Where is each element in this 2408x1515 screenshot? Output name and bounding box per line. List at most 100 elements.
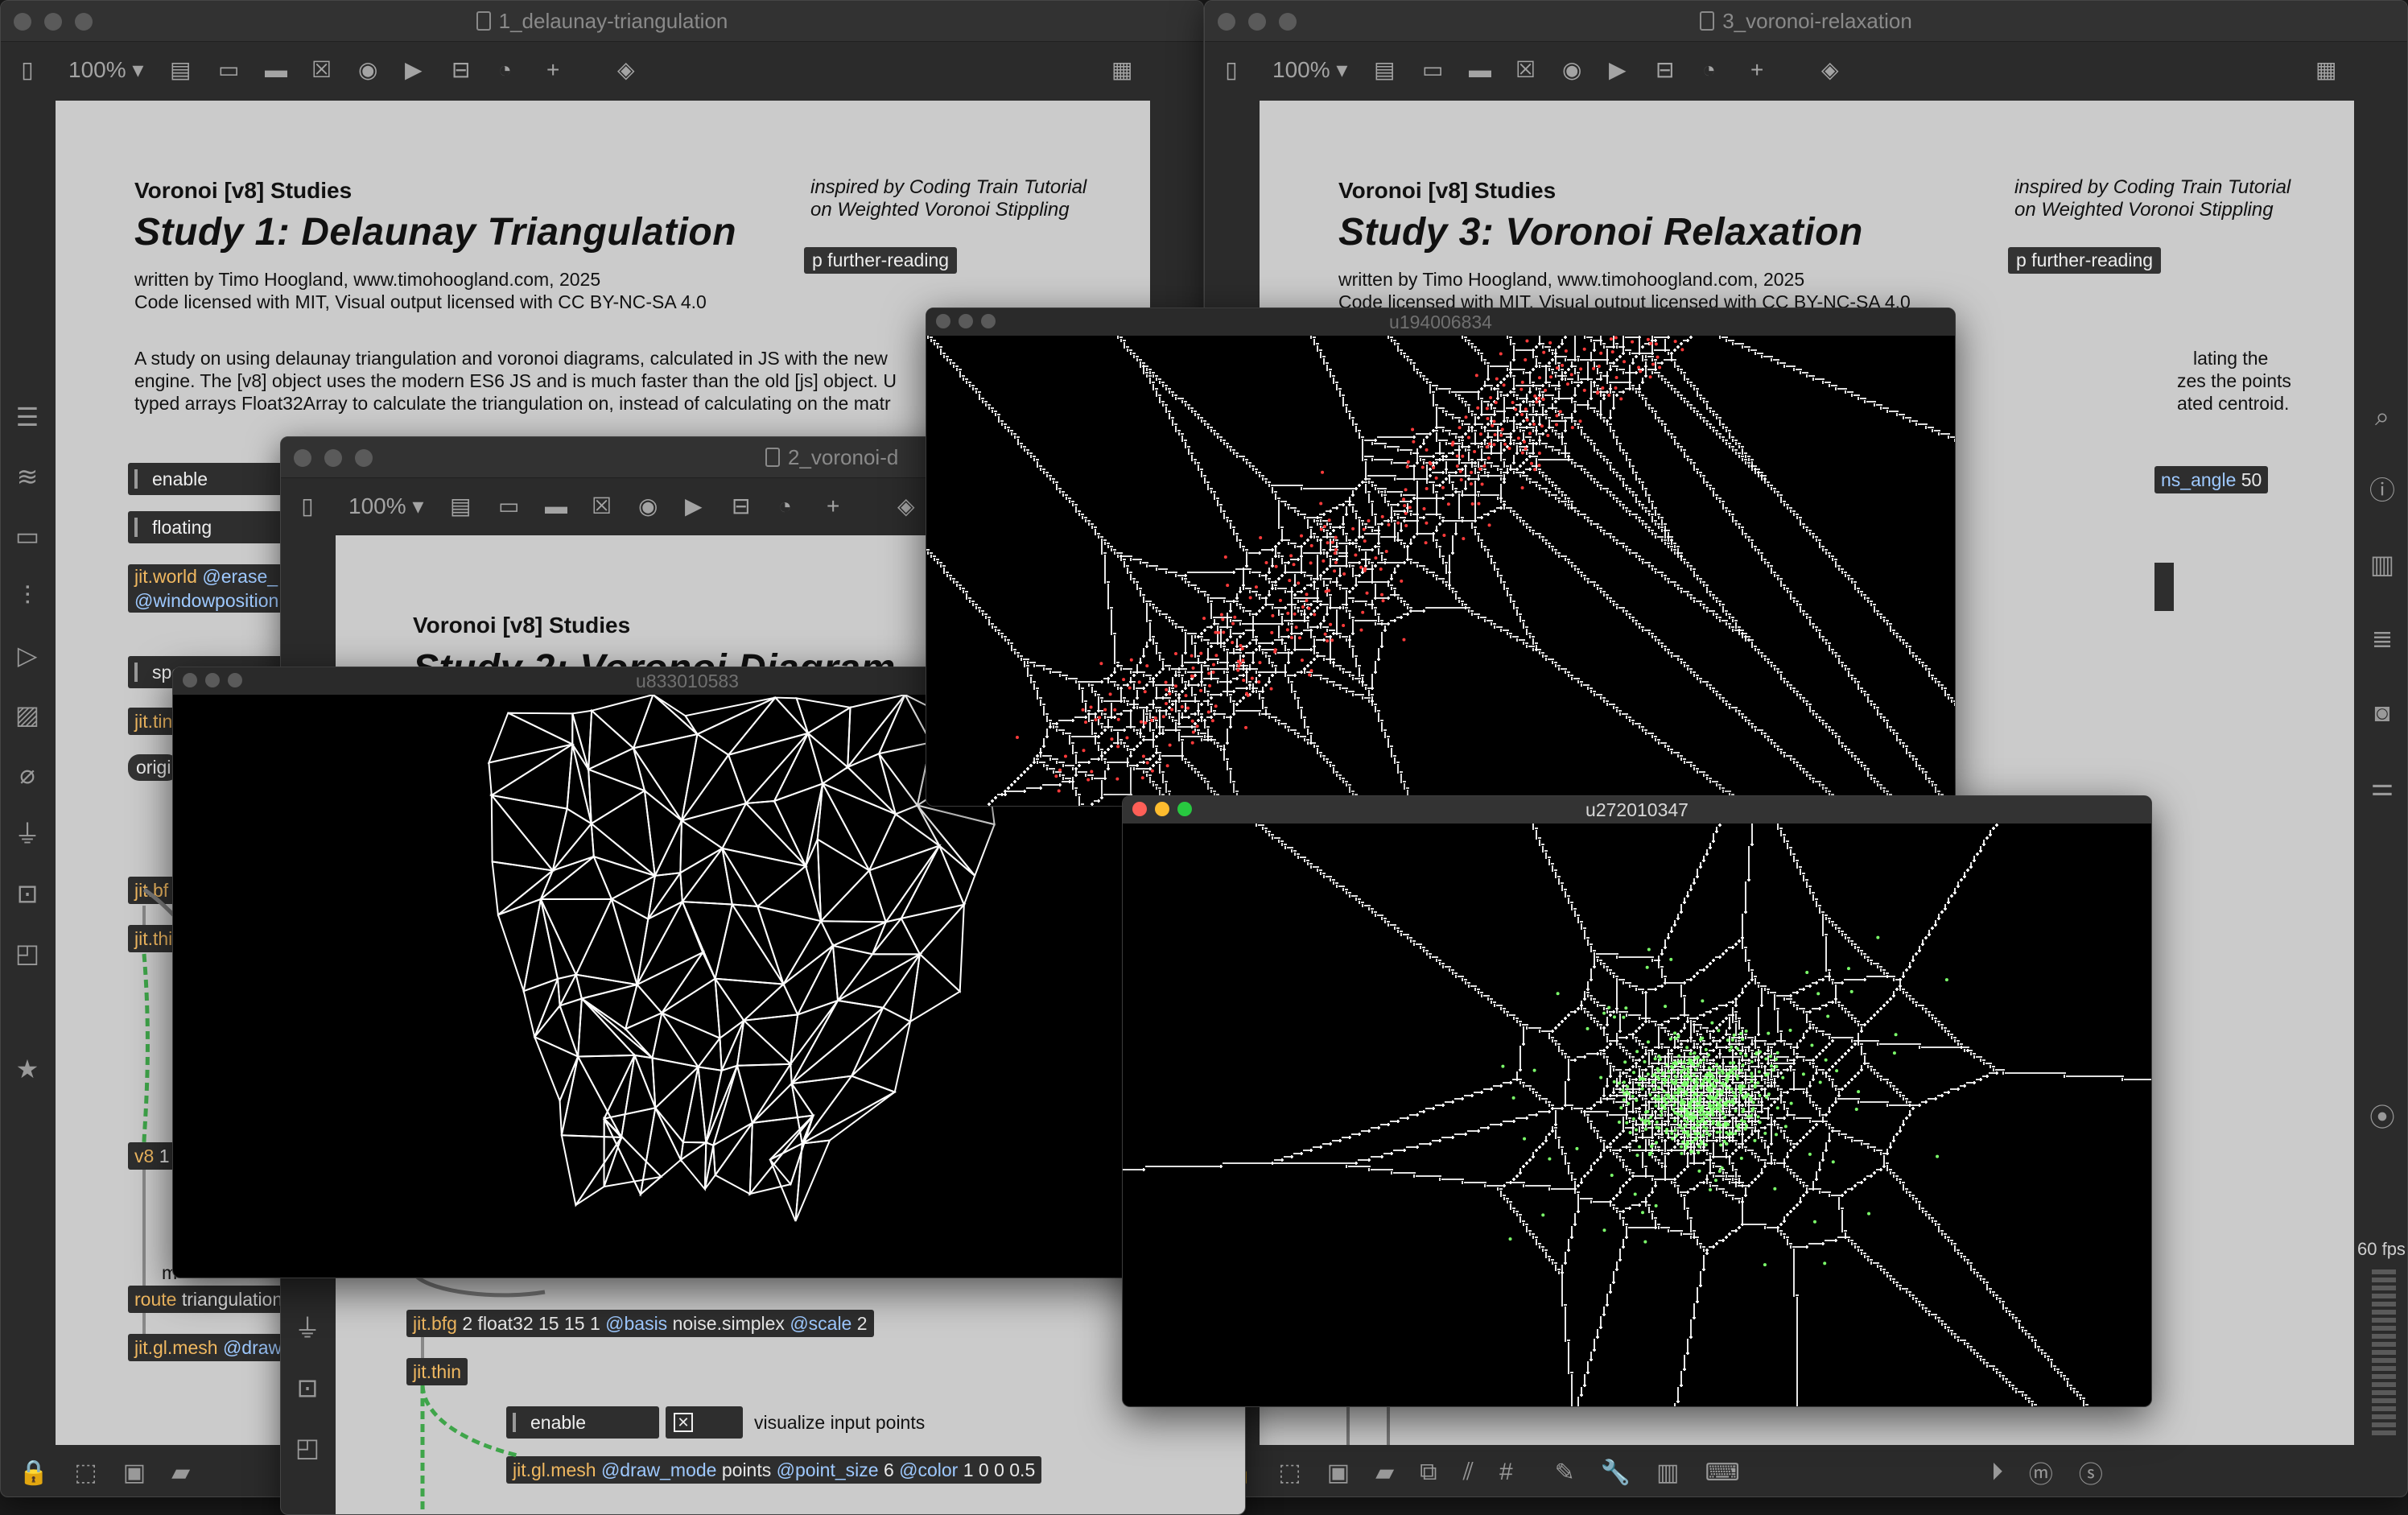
keyboard-icon[interactable]: ⌨ — [1705, 1459, 1740, 1487]
comment-icon[interactable]: ▬ — [1469, 42, 1491, 98]
align-icon[interactable]: ⫽ — [1463, 1459, 1474, 1486]
presentation-icon[interactable]: ⬚ — [74, 1459, 97, 1487]
mixer-icon[interactable]: ⚌ — [2356, 749, 2407, 824]
image-icon[interactable]: ▨ — [1, 685, 54, 745]
comment-bubble-icon[interactable]: ▰ — [1375, 1459, 1394, 1487]
zoom-button[interactable] — [75, 13, 93, 31]
clip-icon[interactable]: ⌀ — [1, 745, 54, 804]
close-button[interactable] — [1132, 802, 1147, 816]
button-icon[interactable]: ◉ — [638, 478, 658, 535]
zoom-button[interactable] — [1177, 802, 1192, 816]
zoom-dropdown[interactable]: 100% ▾ — [348, 478, 423, 535]
dial-icon[interactable]: ◔ — [778, 478, 792, 535]
close-button[interactable] — [1218, 13, 1235, 31]
comment-icon[interactable]: ▬ — [265, 42, 287, 98]
zoom-button[interactable] — [981, 314, 996, 328]
plug-icon[interactable]: ⏚ — [281, 1298, 334, 1358]
close-button[interactable] — [936, 314, 950, 328]
minimize-button[interactable] — [1248, 13, 1266, 31]
close-button[interactable] — [294, 449, 311, 467]
message-icon[interactable]: ▭ — [498, 478, 519, 535]
zoom-button[interactable] — [228, 673, 242, 687]
minimize-button[interactable] — [959, 314, 973, 328]
relaxation-view[interactable] — [1123, 824, 2152, 1407]
piano-icon[interactable]: ▥ — [1656, 1459, 1679, 1487]
play-icon[interactable]: ⏵ — [1991, 1459, 2003, 1486]
slider-icon[interactable]: ⊟ — [452, 42, 470, 98]
object-icon[interactable]: ▤ — [170, 42, 191, 98]
grid-icon[interactable]: ▦ — [1111, 42, 1132, 98]
toggle-icon[interactable]: ☒ — [311, 42, 332, 98]
minimize-button[interactable] — [1155, 802, 1169, 816]
minimize-button[interactable] — [44, 13, 62, 31]
add-icon[interactable]: + — [1750, 42, 1763, 98]
audio-icon[interactable]: ⫶ — [1, 566, 54, 625]
info-icon[interactable]: ⓘ — [2356, 453, 2407, 527]
window-titlebar[interactable]: 3_voronoi-relaxation — [1205, 1, 2407, 42]
layers-icon[interactable]: ⧉ — [1420, 1459, 1437, 1486]
lock-icon[interactable]: 🔒 — [19, 1459, 48, 1487]
video-icon[interactable]: ▷ — [1, 625, 54, 685]
paint-bucket-icon[interactable]: ◈ — [897, 478, 915, 535]
debug-icon[interactable]: ✎ — [1555, 1459, 1575, 1487]
search-icon[interactable]: ⌕ — [2356, 379, 2407, 453]
console-icon[interactable]: ≣ — [2356, 601, 2407, 675]
paint-bucket-icon[interactable]: ◈ — [1821, 42, 1839, 98]
paint-bucket-icon[interactable]: ◈ — [617, 42, 635, 98]
add-icon[interactable]: + — [827, 478, 839, 535]
voronoi-view[interactable] — [926, 336, 1956, 807]
minimize-button[interactable] — [205, 673, 220, 687]
s-icon[interactable]: ⓢ — [2079, 1455, 2103, 1490]
player-icon[interactable]: ▶ — [1609, 42, 1627, 98]
player-icon[interactable]: ▶ — [685, 478, 703, 535]
button-icon[interactable]: ◉ — [1562, 42, 1581, 98]
zoom-dropdown[interactable]: 100% ▾ — [1272, 42, 1347, 98]
window-titlebar[interactable]: 1_delaunay-triangulation — [1, 1, 1203, 42]
grid-icon[interactable]: # — [1499, 1459, 1513, 1486]
object-icon[interactable]: ▤ — [450, 478, 471, 535]
media-icon[interactable]: ▭ — [1, 506, 54, 566]
menu-icon[interactable]: ☰ — [1, 387, 54, 447]
render-window-voronoi[interactable]: u194006834 — [926, 308, 1956, 807]
message-icon[interactable]: ▭ — [1422, 42, 1443, 98]
add-icon[interactable]: + — [546, 42, 559, 98]
toggle-icon[interactable]: ☒ — [592, 478, 612, 535]
window-icon[interactable]: ▣ — [1327, 1459, 1350, 1487]
render-window-relaxation[interactable]: u272010347 — [1122, 795, 2152, 1407]
render-window-titlebar[interactable]: u194006834 — [926, 308, 1955, 336]
wrench-icon[interactable]: 🔧 — [1601, 1459, 1631, 1487]
render-window-titlebar[interactable]: u272010347 — [1123, 796, 2151, 824]
package-icon[interactable]: ⊡ — [1, 864, 54, 923]
dial-icon[interactable]: ◔ — [1702, 42, 1716, 98]
zoom-button[interactable] — [355, 449, 373, 467]
star-icon[interactable]: ★ — [1, 1039, 54, 1099]
m-icon[interactable]: ⓜ — [2029, 1455, 2053, 1490]
close-button[interactable] — [14, 13, 31, 31]
comment-icon[interactable]: ▬ — [545, 478, 567, 535]
dsp-icon[interactable]: ⦿ — [2356, 1089, 2407, 1146]
sidebar-toggle-icon[interactable]: ▯ — [1218, 42, 1245, 98]
book-icon[interactable]: ▥ — [2356, 527, 2407, 601]
message-icon[interactable]: ▭ — [218, 42, 239, 98]
plug-icon[interactable]: ⏚ — [1, 804, 54, 864]
toggle-icon[interactable]: ☒ — [1515, 42, 1536, 98]
zoom-button[interactable] — [1279, 13, 1297, 31]
object-icon[interactable]: ▤ — [1374, 42, 1395, 98]
comment-bubble-icon[interactable]: ▰ — [171, 1459, 190, 1487]
package-icon[interactable]: ⊡ — [281, 1358, 334, 1418]
sidebar-toggle-icon[interactable]: ▯ — [294, 478, 321, 535]
button-icon[interactable]: ◉ — [358, 42, 377, 98]
patch-icon[interactable]: ◰ — [1, 923, 54, 983]
grid-icon[interactable]: ▦ — [2315, 42, 2336, 98]
snapshot-icon[interactable]: ◙ — [2356, 675, 2407, 749]
patch-icon[interactable]: ◰ — [281, 1418, 334, 1477]
zoom-dropdown[interactable]: 100% ▾ — [68, 42, 143, 98]
slider-icon[interactable]: ⊟ — [732, 478, 750, 535]
dial-icon[interactable]: ◔ — [498, 42, 512, 98]
sidebar-toggle-icon[interactable]: ▯ — [14, 42, 41, 98]
minimize-button[interactable] — [324, 449, 342, 467]
close-button[interactable] — [183, 673, 197, 687]
player-icon[interactable]: ▶ — [405, 42, 423, 98]
window-icon[interactable]: ▣ — [123, 1459, 146, 1487]
layers-icon[interactable]: ≋ — [1, 447, 54, 506]
